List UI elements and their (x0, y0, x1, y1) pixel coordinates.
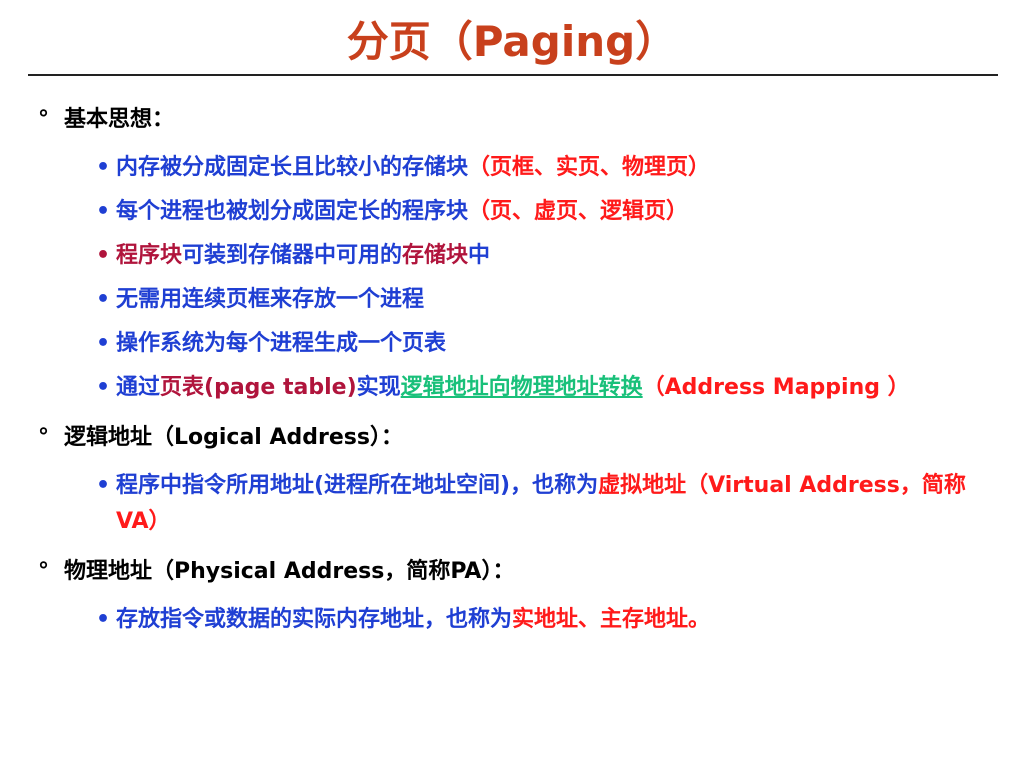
bullet-item: • 内存被分成固定长且比较小的存储块（页框、实页、物理页） (0, 150, 1024, 186)
bullet-highlight: （页框、实页、物理页） (468, 155, 711, 180)
slide-content: ° 基本思想： • 内存被分成固定长且比较小的存储块（页框、实页、物理页） • … (0, 96, 1024, 646)
degree-bullet-icon: ° (38, 425, 49, 450)
bullet-text: 存放指令或数据的实际内存地址，也称为 (116, 607, 513, 632)
dot-bullet-icon: • (96, 243, 111, 268)
bullet-item: • 无需用连续页框来存放一个进程 (0, 282, 1024, 318)
dot-bullet-icon: • (96, 199, 111, 224)
bullet-text: 可装到存储器中可用的 (182, 243, 403, 268)
slide-title: 分页（Paging） (346, 17, 678, 66)
dot-bullet-icon: • (96, 155, 111, 180)
bullet-item: • 程序中指令所用地址(进程所在地址空间)，也称为虚拟地址（Virtual Ad… (0, 468, 1024, 540)
bullet-text: 内存被分成固定长且比较小的存储块 (116, 155, 469, 180)
section-heading-text: 基本思想： (64, 107, 175, 132)
bullet-highlight: （页、虚页、逻辑页） (468, 199, 689, 224)
dot-bullet-icon: • (96, 287, 111, 312)
bullet-highlight: 实地址、主存地址。 (512, 607, 711, 632)
bullet-text: 无需用连续页框来存放一个进程 (116, 287, 425, 312)
bullet-text: 程序中指令所用地址(进程所在地址空间)，也称为 (116, 473, 599, 498)
bullet-text: 每个进程也被划分成固定长的程序块 (116, 199, 469, 224)
section-heading-text: 物理地址（Physical Address，简称PA）： (64, 559, 515, 584)
section-heading-text: 逻辑地址（Logical Address）： (64, 425, 403, 450)
bullet-highlight: 存储块 (402, 243, 469, 268)
section-heading-physical-address: ° 物理地址（Physical Address，简称PA）： (0, 548, 1024, 596)
bullet-highlight: 页表(page table) (160, 375, 357, 400)
dot-bullet-icon: • (96, 607, 111, 632)
dot-bullet-icon: • (96, 473, 111, 498)
bullet-text: 通过 (116, 375, 161, 400)
bullet-item: • 通过页表(page table)实现逻辑地址向物理地址转换（Address … (0, 370, 1024, 406)
bullet-highlight: （Address Mapping ） (642, 375, 910, 400)
section-heading-logical-address: ° 逻辑地址（Logical Address）： (0, 414, 1024, 462)
bullet-item: • 每个进程也被划分成固定长的程序块（页、虚页、逻辑页） (0, 194, 1024, 230)
bullet-item: • 程序块可装到存储器中可用的存储块中 (0, 238, 1024, 274)
bullet-item: • 存放指令或数据的实际内存地址，也称为实地址、主存地址。 (0, 602, 1024, 638)
bullet-highlight: 程序块 (116, 243, 183, 268)
degree-bullet-icon: ° (38, 559, 49, 584)
bullet-text: 实现 (356, 375, 401, 400)
bullet-text: 中 (468, 243, 491, 268)
dot-bullet-icon: • (96, 331, 111, 356)
bullet-text: 操作系统为每个进程生成一个页表 (116, 331, 447, 356)
bullet-item: • 操作系统为每个进程生成一个页表 (0, 326, 1024, 362)
section-heading-basic-idea: ° 基本思想： (0, 96, 1024, 144)
title-divider (28, 74, 998, 76)
degree-bullet-icon: ° (38, 107, 49, 132)
hyperlink-text[interactable]: 逻辑地址向物理地址转换 (401, 375, 643, 400)
dot-bullet-icon: • (96, 375, 111, 400)
